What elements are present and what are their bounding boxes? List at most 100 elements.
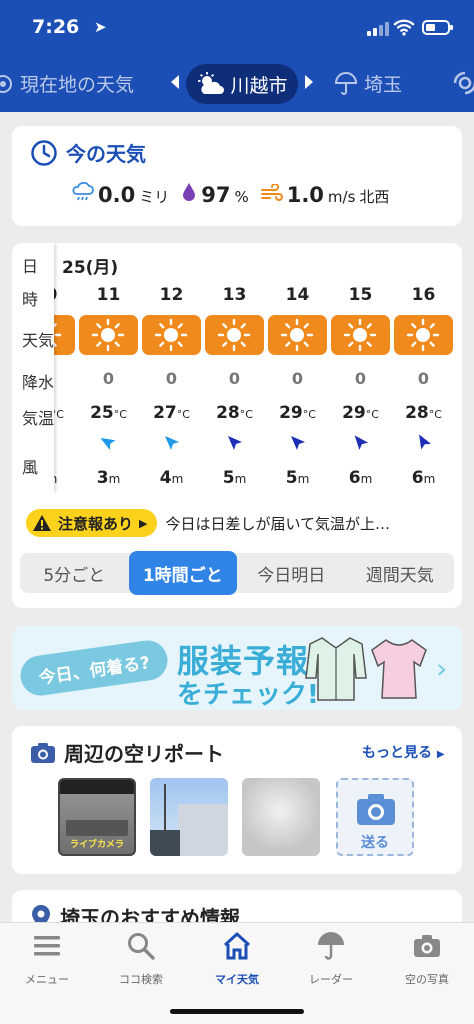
location-prev[interactable]: 現在地の天気 — [0, 70, 134, 97]
wind-speed-value: 6 — [348, 468, 361, 488]
weather-tile — [394, 315, 453, 355]
wind-speed-cell: 3m — [77, 468, 140, 488]
tab-today-tomorrow[interactable]: 今日明日 — [237, 553, 346, 593]
hour-column: 12 0 27°C 4m — [140, 243, 203, 493]
rain-value: 0 — [102, 369, 115, 388]
wind-icon — [260, 184, 283, 201]
hourly-grid[interactable]: 日 時 天気 降水 気温 風 25(月) 10024°C3m11025°C3m1… — [12, 243, 462, 493]
row-label-hour: 時 — [22, 290, 39, 309]
location-next-label: 埼玉 — [364, 74, 403, 96]
home-icon — [223, 932, 251, 960]
location-current-label: 川越市 — [230, 74, 288, 97]
sky-report-card: 周辺の空リポート もっと見る ▶ ライブカメラ 送る — [12, 726, 462, 874]
send-photo-button[interactable]: 送る — [336, 778, 414, 856]
location-current[interactable]: 川越市 — [186, 64, 298, 104]
hour-column: 11 0 25°C 3m — [77, 243, 140, 493]
rain-value: 0 — [291, 369, 304, 388]
tab-weekly[interactable]: 週間天気 — [346, 553, 455, 593]
current-wind: 1.0 m/s 北西 — [260, 183, 389, 207]
hour-label: 16 — [411, 285, 436, 305]
next-location-arrow-icon[interactable] — [305, 75, 313, 89]
row-label-rain: 降水 — [22, 373, 55, 392]
hourly-forecast-card: 日 時 天気 降水 気温 風 25(月) 10024°C3m11025°C3m1… — [12, 243, 462, 608]
tab-my-weather[interactable]: マイ天気 — [190, 931, 284, 987]
location-switcher: 現在地の天気 川越市 埼玉 — [0, 56, 474, 112]
hour-label: 12 — [159, 285, 184, 305]
sun-cloud-icon — [198, 72, 225, 94]
rain-cloud-icon — [72, 182, 94, 201]
clock-icon — [31, 139, 57, 166]
wind-direction-arrow-icon — [100, 438, 116, 451]
alert-badge-label: 注意報あり — [58, 514, 134, 533]
current-humidity: 97 % — [181, 182, 249, 207]
temp-unit: °C — [113, 408, 127, 421]
wind-speed-unit: m — [423, 472, 436, 486]
sky-report-title-text: 周辺の空リポート — [64, 742, 224, 766]
chevron-right-icon: ▶ — [436, 749, 445, 760]
current-wind-value: 1.0 — [286, 183, 324, 207]
temp-cell: 27°C — [140, 403, 203, 423]
temp-unit: °C — [428, 408, 442, 421]
weather-tile — [142, 315, 201, 355]
home-indicator — [170, 1009, 304, 1014]
rain-value: 0 — [417, 369, 430, 388]
alert-text[interactable]: 今日は日差しが届いて気温が上… — [165, 513, 425, 534]
current-rain-value: 0.0 — [98, 183, 136, 207]
umbrella-icon — [318, 932, 344, 960]
location-next[interactable]: 埼玉 — [334, 70, 402, 97]
hour-column: 13 0 28°C 5m — [203, 243, 266, 493]
live-camera-label: ライブカメラ — [69, 840, 124, 850]
prev-location-arrow-icon[interactable] — [171, 75, 179, 89]
alert-badge[interactable]: 注意報あり ▶ — [26, 509, 158, 537]
app-header: 7:26 ➤ 現在地の天気 川越市 埼玉 — [0, 0, 474, 112]
temp-cell: 28°C — [392, 403, 455, 423]
more-link-label: もっと見る — [362, 745, 432, 761]
umbrella-icon — [334, 71, 358, 95]
hour-column: 15 0 29°C 6m — [329, 243, 392, 493]
row-label-temp: 気温 — [22, 409, 55, 428]
tab-search-label: ココ検索 — [119, 973, 163, 986]
wind-speed-value: 5 — [285, 468, 298, 488]
location-arrow-icon: ➤ — [94, 18, 107, 36]
temp-value: 29 — [342, 403, 366, 423]
tab-menu[interactable]: メニュー — [0, 931, 94, 987]
warning-icon — [33, 515, 51, 531]
search-icon — [128, 933, 155, 960]
wind-speed-unit: m — [108, 472, 121, 486]
temp-value: 27 — [153, 403, 177, 423]
sky-report-title: 周辺の空リポート — [30, 738, 224, 767]
wind-speed-cell: 6m — [329, 468, 392, 488]
wind-speed-unit: m — [360, 472, 373, 486]
sky-photo-1[interactable] — [150, 778, 228, 856]
wind-speed-value: 3 — [96, 468, 109, 488]
hour-column: 16 0 28°C 6m — [392, 243, 455, 493]
tab-radar[interactable]: レーダー — [284, 931, 378, 987]
tab-sky-photos[interactable]: 空の写真 — [380, 931, 474, 987]
wind-direction-arrow-icon — [354, 435, 369, 450]
tab-my-weather-label: マイ天気 — [215, 973, 259, 986]
tab-5min[interactable]: 5分ごと — [20, 553, 129, 593]
temp-unit: °C — [239, 408, 253, 421]
temp-value: 28 — [216, 403, 240, 423]
more-link[interactable]: もっと見る ▶ — [362, 742, 445, 762]
tab-search[interactable]: ココ検索 — [94, 931, 188, 987]
row-label-day: 日 — [22, 257, 39, 276]
temp-unit: °C — [365, 408, 379, 421]
typhoon-icon[interactable] — [452, 70, 474, 96]
banner-subtitle: をチェック! — [177, 680, 319, 710]
camera-icon — [357, 794, 395, 825]
current-weather-card[interactable]: 今の天気 0.0 ミリ 97 % 1.0 m/s 北西 — [12, 126, 462, 226]
wind-speed-value: 5 — [222, 468, 235, 488]
wind-speed-unit: m — [297, 472, 310, 486]
banner-chevron-icon: › — [436, 652, 448, 685]
temp-cell: 29°C — [329, 403, 392, 423]
banner-pill: 今日、何着る? — [17, 637, 171, 699]
rain-value: 0 — [354, 369, 367, 388]
send-photo-label: 送る — [361, 835, 389, 851]
tab-hourly[interactable]: 1時間ごと — [128, 551, 237, 595]
clothing-forecast-banner[interactable]: 今日、何着る? 服装予報 をチェック! › — [12, 626, 462, 710]
rain-value: 0 — [228, 369, 241, 388]
alert-row[interactable]: 注意報あり ▶ 今日は日差しが届いて気温が上… — [26, 508, 456, 538]
live-camera-thumbnail[interactable]: ライブカメラ — [58, 778, 136, 856]
sky-photo-2[interactable] — [242, 778, 320, 856]
